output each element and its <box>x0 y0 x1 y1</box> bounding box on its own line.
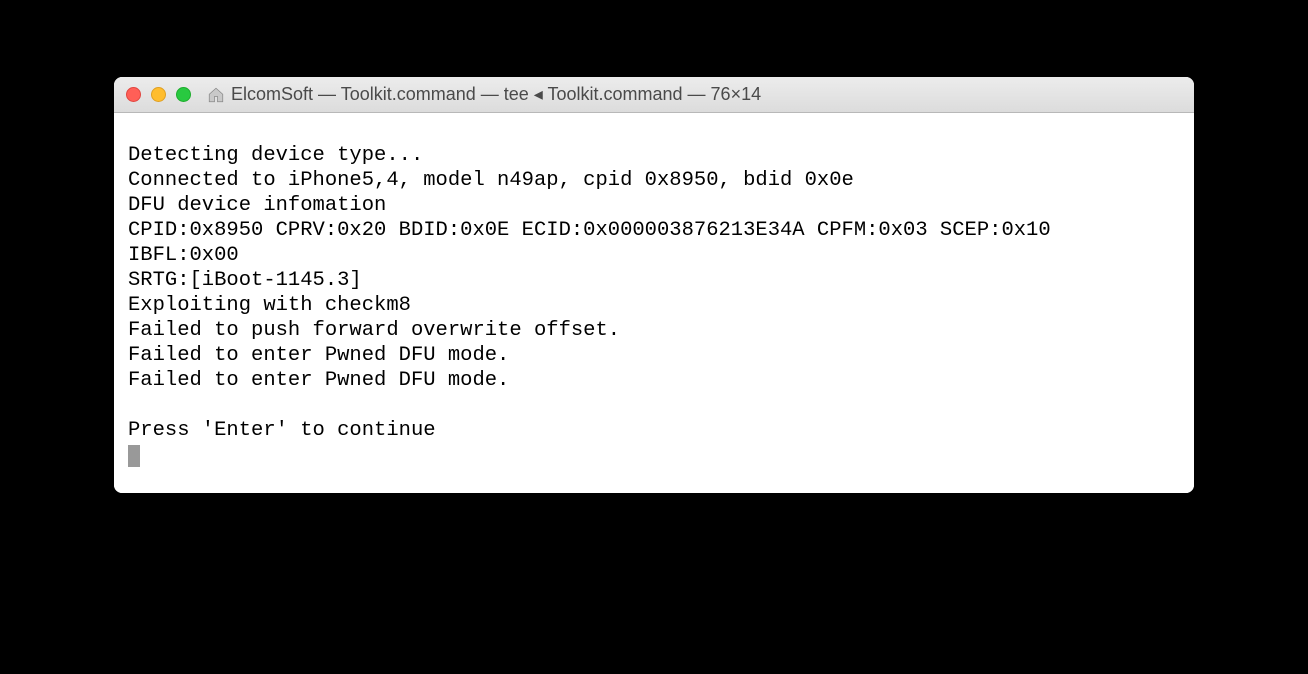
traffic-lights <box>126 87 191 102</box>
terminal-line: Failed to enter Pwned DFU mode. <box>128 344 509 367</box>
terminal-line: SRTG:[iBoot-1145.3] <box>128 269 362 292</box>
terminal-line: Connected to iPhone5,4, model n49ap, cpi… <box>128 169 854 192</box>
title-content: ElcomSoft — Toolkit.command — tee ◂ Tool… <box>207 84 1182 105</box>
close-button[interactable] <box>126 87 141 102</box>
terminal-line: DFU device infomation <box>128 194 386 217</box>
terminal-line: IBFL:0x00 <box>128 244 239 267</box>
terminal-line: Failed to push forward overwrite offset. <box>128 319 620 342</box>
terminal-body[interactable]: Detecting device type... Connected to iP… <box>114 113 1194 493</box>
minimize-button[interactable] <box>151 87 166 102</box>
window-title: ElcomSoft — Toolkit.command — tee ◂ Tool… <box>231 84 761 105</box>
terminal-line: Detecting device type... <box>128 144 423 167</box>
terminal-content: Detecting device type... Connected to iP… <box>128 143 1180 468</box>
terminal-line: Press 'Enter' to continue <box>128 419 436 442</box>
maximize-button[interactable] <box>176 87 191 102</box>
terminal-line: CPID:0x8950 CPRV:0x20 BDID:0x0E ECID:0x0… <box>128 219 1051 242</box>
home-icon <box>207 86 225 104</box>
terminal-window: ElcomSoft — Toolkit.command — tee ◂ Tool… <box>114 77 1194 493</box>
terminal-line: Failed to enter Pwned DFU mode. <box>128 369 509 392</box>
terminal-line: Exploiting with checkm8 <box>128 294 411 317</box>
cursor <box>128 445 140 467</box>
titlebar[interactable]: ElcomSoft — Toolkit.command — tee ◂ Tool… <box>114 77 1194 113</box>
